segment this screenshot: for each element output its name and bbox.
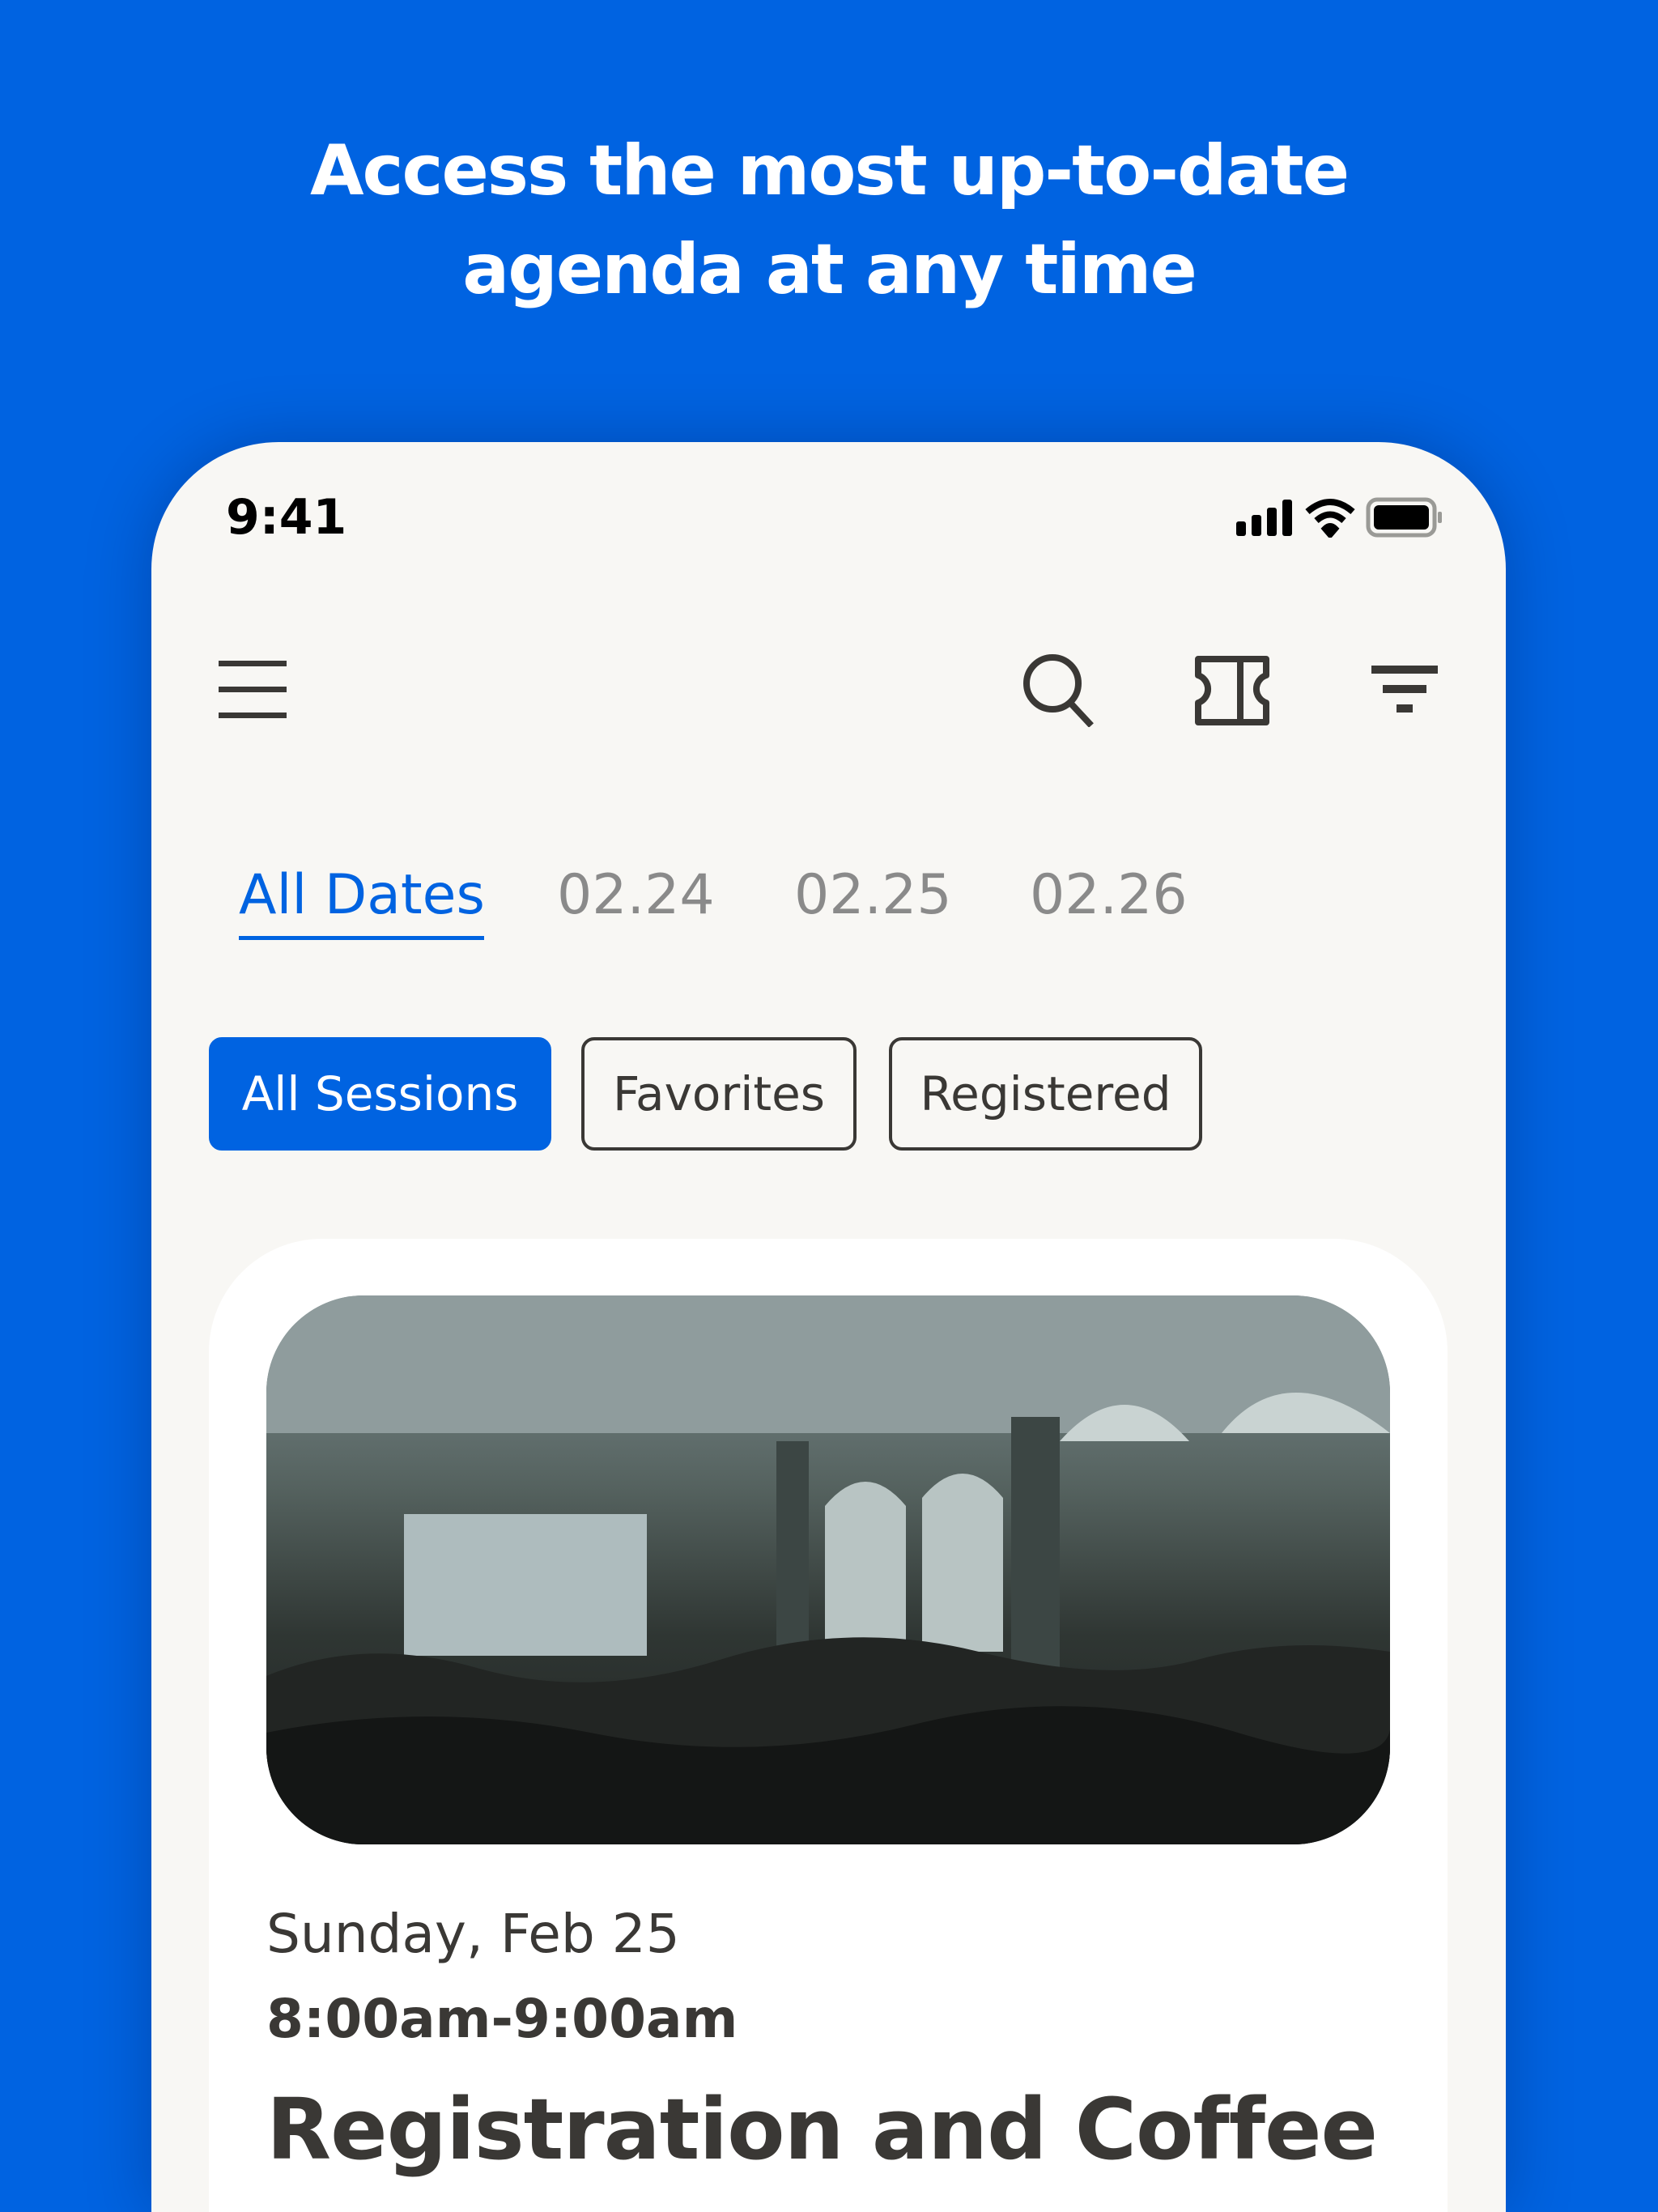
menu-icon[interactable] (219, 659, 287, 719)
phone-screen: 9:41 All Dates 02.24 02.25 02.26 All Ses… (151, 442, 1506, 2212)
filter-all-sessions[interactable]: All Sessions (209, 1037, 551, 1151)
wifi-icon (1305, 499, 1355, 538)
status-time: 9:41 (226, 489, 347, 546)
battery-icon (1366, 497, 1442, 538)
active-tab-indicator (239, 936, 484, 940)
session-image (266, 1295, 1390, 1844)
search-icon[interactable] (1022, 653, 1096, 727)
signal-icon (1236, 500, 1292, 536)
ticket-icon[interactable] (1195, 656, 1269, 725)
tab-02-26[interactable]: 02.26 (1030, 863, 1188, 927)
session-date: Sunday, Feb 25 (266, 1903, 680, 1965)
filter-icon[interactable] (1371, 666, 1439, 714)
conference-hall-photo (266, 1295, 1390, 1844)
headline-line-2: agenda at any time (462, 229, 1197, 310)
filter-registered[interactable]: Registered (889, 1037, 1202, 1151)
tab-02-24[interactable]: 02.24 (557, 863, 715, 927)
session-time: 8:00am-9:00am (266, 1988, 738, 2050)
tab-all-dates[interactable]: All Dates (239, 863, 485, 927)
filter-favorites[interactable]: Favorites (581, 1037, 857, 1151)
session-title[interactable]: Registration and Coffee (266, 2081, 1378, 2178)
session-card[interactable]: Sunday, Feb 25 8:00am-9:00am Registratio… (209, 1239, 1448, 2212)
status-icons (1236, 497, 1442, 538)
tab-02-25[interactable]: 02.25 (794, 863, 952, 927)
headline-line-1: Access the most up-to-date (309, 130, 1350, 211)
headline: Access the most up-to-date agenda at any… (0, 121, 1658, 319)
